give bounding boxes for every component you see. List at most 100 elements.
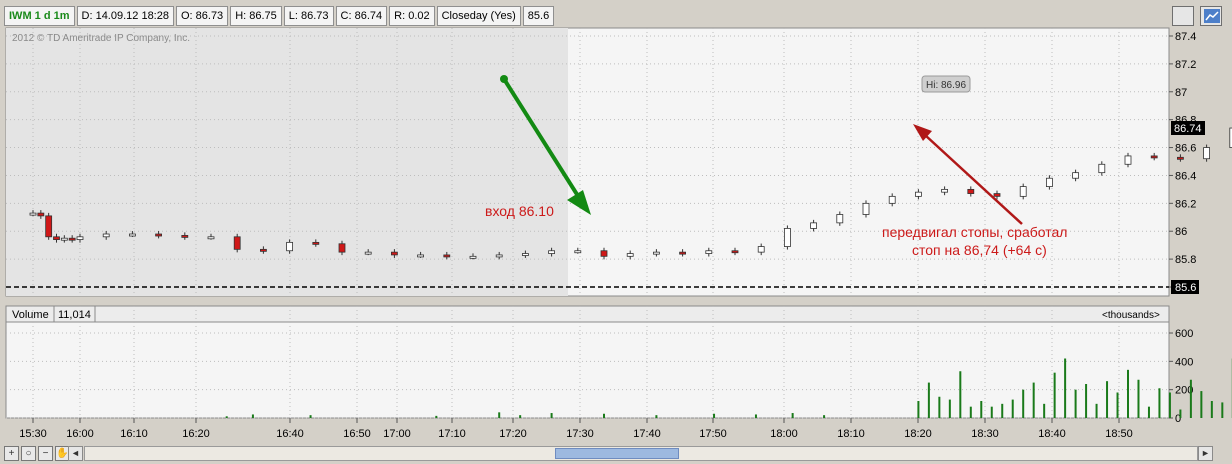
price-tick-label: 87.4 <box>1175 31 1196 43</box>
candle-body <box>338 243 346 253</box>
time-tick-label: 17:20 <box>499 428 527 440</box>
watermark: 2012 © TD Ameritrade IP Company, Inc. <box>12 33 190 44</box>
volume-bar <box>1064 358 1067 418</box>
candle-body <box>1203 147 1210 160</box>
candle-body <box>417 254 425 258</box>
candle-body <box>941 188 948 193</box>
time-tick-label: 18:50 <box>1105 428 1133 440</box>
volume-bar <box>603 413 605 418</box>
volume-bar <box>1074 389 1077 418</box>
volume-bar <box>1022 389 1025 418</box>
candle-body <box>626 253 634 257</box>
entry-annotation: вход 86.10 <box>485 203 554 219</box>
scroll-left-button[interactable]: ◄ <box>68 446 83 461</box>
dashed-level-label: 85.6 <box>1175 282 1196 294</box>
volume-panel <box>5 305 1170 419</box>
candle-body <box>836 214 844 224</box>
candle-body <box>705 250 713 254</box>
volume-bar <box>1043 403 1046 418</box>
chart-canvas: 85.685.88686.286.486.686.88787.287.4 201… <box>5 27 1232 440</box>
volume-label: Volume <box>12 309 49 321</box>
volume-tick-label: 400 <box>1175 356 1193 368</box>
candle-body <box>862 202 870 215</box>
volume-bar <box>251 414 254 418</box>
volume-bar <box>927 382 930 418</box>
time-tick-label: 15:30 <box>19 428 47 440</box>
candle-body <box>68 237 76 241</box>
time-tick-label: 18:00 <box>770 428 798 440</box>
time-tick-label: 17:40 <box>633 428 661 440</box>
candle-body <box>128 233 136 237</box>
candle-body <box>45 215 53 238</box>
volume-bar <box>1179 409 1182 418</box>
time-tick-label: 18:40 <box>1038 428 1066 440</box>
volume-bar <box>713 413 716 418</box>
scrollbar-thumb[interactable] <box>555 448 679 459</box>
candle-body <box>37 212 45 217</box>
time-tick-label: 16:00 <box>66 428 94 440</box>
volume-bar <box>1127 369 1129 418</box>
scroll-right-button[interactable]: ► <box>1198 446 1213 461</box>
volume-bar <box>754 414 757 418</box>
volume-bar <box>1221 402 1224 418</box>
time-axis: 15:30 16:00 16:10 16:20 16:40 16:50 17:00 17:10… <box>19 418 1133 440</box>
volume-bar <box>959 371 962 418</box>
price-tick-label: 86.2 <box>1175 198 1196 210</box>
volume-bar <box>1032 382 1035 418</box>
candle-body <box>53 236 60 240</box>
volume-bar <box>938 396 941 418</box>
candle-body <box>207 236 215 240</box>
price-tick-label: 86 <box>1175 226 1187 238</box>
time-tick-label: 18:20 <box>904 428 932 440</box>
time-tick-label: 17:30 <box>566 428 594 440</box>
volume-bar <box>791 413 794 418</box>
candle-body <box>233 236 241 250</box>
time-tick-label: 18:10 <box>837 428 865 440</box>
time-tick-label: 17:50 <box>699 428 727 440</box>
volume-bar <box>1147 406 1150 418</box>
volume-bar <box>917 401 920 418</box>
volume-tick-label: 600 <box>1175 328 1193 340</box>
candle-body <box>390 251 398 256</box>
zoom-out-button[interactable]: − <box>38 446 53 461</box>
candle-body <box>76 236 84 240</box>
volume-bar <box>519 415 522 418</box>
zoom-fit-button[interactable]: ○ <box>21 446 36 461</box>
bottom-toolbar: + ○ − ✋ ◄ ► <box>0 444 1232 464</box>
candle-body <box>286 241 294 252</box>
candle-body <box>757 246 765 253</box>
candle-body <box>679 251 686 255</box>
volume-bar <box>990 406 993 418</box>
volume-bar <box>823 415 826 418</box>
candle-body <box>1098 163 1106 174</box>
volume-bar <box>948 399 951 418</box>
volume-bar <box>1210 401 1213 418</box>
volume-bar <box>1116 392 1119 418</box>
candle-body <box>574 250 582 254</box>
time-tick-label: 16:40 <box>276 428 304 440</box>
price-tick-label: 85.8 <box>1175 254 1196 266</box>
volume-bar <box>980 401 983 418</box>
volume-bar <box>1095 403 1098 418</box>
price-axis: 85.685.88686.286.486.686.88787.287.4 <box>1169 31 1196 294</box>
volume-bar <box>1085 384 1088 418</box>
candle-body <box>155 233 163 237</box>
candle-body <box>102 233 110 238</box>
candle-body <box>915 191 922 197</box>
candle-body <box>1019 186 1027 197</box>
horizontal-scrollbar[interactable] <box>84 446 1198 461</box>
volume-bar <box>1106 381 1109 418</box>
candle-body <box>495 254 503 258</box>
candle-body <box>181 235 189 238</box>
volume-bar <box>309 415 312 418</box>
volume-header <box>5 305 1170 323</box>
time-tick-label: 16:20 <box>182 428 210 440</box>
candle-body <box>259 248 267 252</box>
volume-bar <box>1137 379 1140 418</box>
candle-body <box>60 237 68 241</box>
volume-bar <box>435 415 438 418</box>
volume-bar <box>1011 399 1014 418</box>
volume-bar <box>498 412 501 418</box>
zoom-in-button[interactable]: + <box>4 446 19 461</box>
candle-body <box>364 251 372 255</box>
